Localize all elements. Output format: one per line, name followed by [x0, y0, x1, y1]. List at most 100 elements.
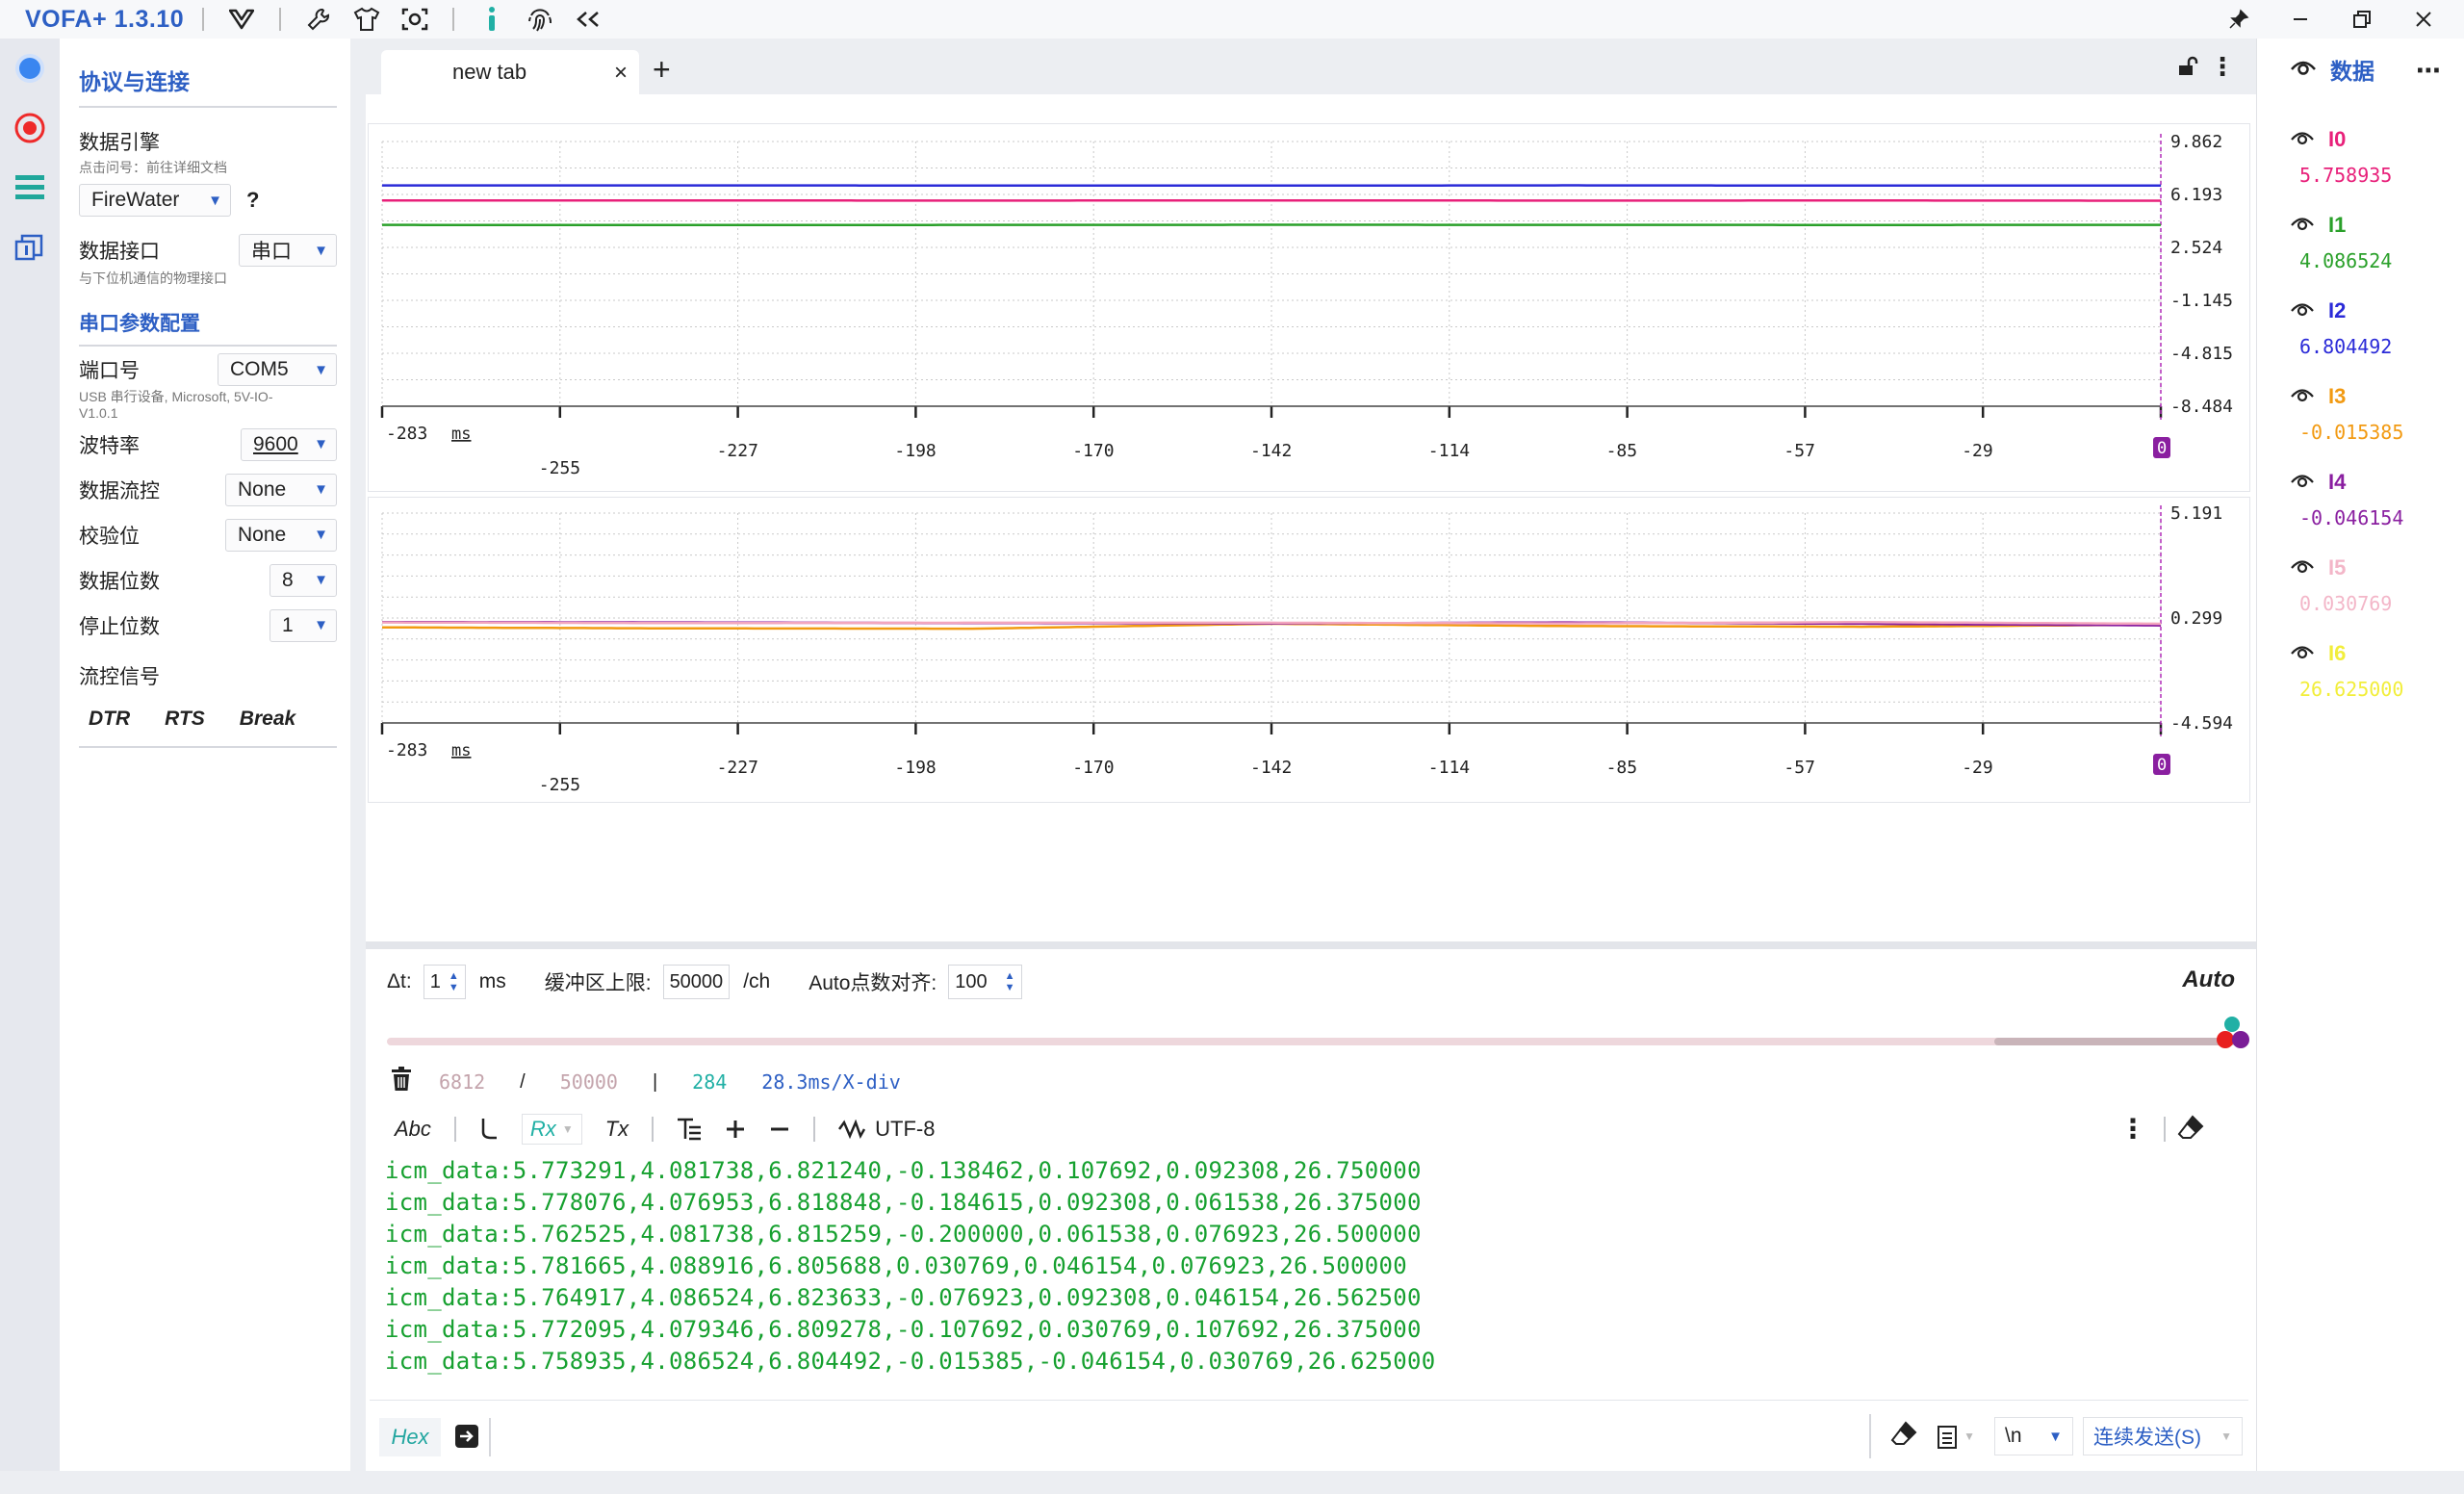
- buffer-unit: /ch: [743, 970, 770, 993]
- receive-line: icm_data:5.762525,4.081738,6.815259,-0.2…: [385, 1219, 2233, 1250]
- restore-icon[interactable]: [2346, 3, 2378, 36]
- eye-icon[interactable]: [2290, 213, 2315, 238]
- eye-icon[interactable]: [2290, 127, 2315, 152]
- more-horizontal-icon[interactable]: ⋯: [2416, 56, 2441, 86]
- rail-windows-button[interactable]: [0, 218, 60, 277]
- databits-select[interactable]: 8▼: [270, 564, 337, 597]
- time-window-slider[interactable]: [387, 1028, 2254, 1057]
- port-select[interactable]: COM5▼: [218, 353, 337, 386]
- channel-item[interactable]: I626.625000: [2290, 614, 2464, 700]
- app-title: VOFA+ 1.3.10: [25, 6, 189, 34]
- tab-close-icon[interactable]: ×: [614, 60, 628, 87]
- continuous-send-button[interactable]: 连续发送(S)▼: [2083, 1417, 2243, 1455]
- tab-new-tab[interactable]: new tab ×: [381, 50, 639, 94]
- channel-item[interactable]: I26.804492: [2290, 271, 2464, 357]
- channel-item[interactable]: I50.030769: [2290, 528, 2464, 614]
- stopbits-select[interactable]: 1▼: [270, 609, 337, 642]
- divider: [79, 106, 337, 108]
- fingerprint-icon[interactable]: [524, 3, 556, 36]
- waveform-chart-top[interactable]: 9.8626.1932.524-1.145-4.815-8.484-283ms-…: [368, 123, 2250, 492]
- text-format-icon[interactable]: [677, 1118, 702, 1141]
- minimize-icon[interactable]: [2284, 3, 2317, 36]
- channel-item[interactable]: I4-0.046154: [2290, 443, 2464, 528]
- eye-icon[interactable]: [2290, 555, 2315, 580]
- engine-help-button[interactable]: ?: [246, 188, 259, 213]
- channel-name: I4: [2290, 468, 2464, 497]
- encoding-button[interactable]: UTF-8: [838, 1117, 935, 1142]
- iface-select[interactable]: 串口▼: [239, 234, 337, 267]
- serial-title: 串口参数配置: [79, 308, 339, 337]
- abc-button[interactable]: Abc: [395, 1117, 431, 1142]
- channel-name: I2: [2290, 296, 2464, 325]
- pin-icon[interactable]: [2222, 3, 2255, 36]
- caret-down-icon: ▼: [314, 362, 328, 378]
- slider-range[interactable]: [1994, 1038, 2235, 1045]
- x-tick-label: -114: [1428, 441, 1470, 461]
- spin-arrows-icon[interactable]: ▲▼: [449, 970, 459, 993]
- flow-select[interactable]: None▼: [225, 474, 337, 506]
- rail-connection-button[interactable]: [0, 39, 60, 98]
- baud-select[interactable]: 9600▼: [241, 428, 337, 461]
- send-file-icon[interactable]: [454, 1424, 479, 1454]
- title-separator: [279, 8, 281, 31]
- more-vertical-icon[interactable]: ⋮: [2210, 52, 2235, 82]
- dt-spinbox[interactable]: 1 ▲▼: [424, 965, 466, 999]
- receive-line: icm_data:5.773291,4.081738,6.821240,-0.1…: [385, 1155, 2233, 1187]
- caret-down-icon: ▼: [2220, 1430, 2232, 1443]
- align-spinbox[interactable]: 100 ▲▼: [948, 965, 1021, 999]
- history-button[interactable]: ▼: [1937, 1424, 1975, 1449]
- wrench-icon[interactable]: [302, 3, 335, 36]
- slider-handles-icon[interactable]: [2214, 1015, 2252, 1053]
- buffer-input[interactable]: 50000: [663, 965, 731, 999]
- stats-row: 6812 / 50000 | 284 28.3ms/X-div: [391, 1063, 936, 1101]
- dtr-button[interactable]: DTR: [89, 708, 130, 731]
- tx-button[interactable]: Tx: [605, 1117, 629, 1142]
- close-icon[interactable]: [2407, 3, 2440, 36]
- eraser-icon[interactable]: [2177, 1115, 2204, 1146]
- eye-icon[interactable]: [2290, 641, 2315, 666]
- channel-item[interactable]: I05.758935: [2290, 100, 2464, 186]
- waveform-chart-bottom[interactable]: 5.1910.299-4.594-283ms-255-227-198-170-1…: [368, 497, 2250, 803]
- hex-toggle-button[interactable]: Hex: [379, 1418, 441, 1456]
- screenshot-icon[interactable]: [398, 3, 431, 36]
- timestamp-icon[interactable]: [479, 1117, 499, 1142]
- parity-select[interactable]: None▼: [225, 519, 337, 552]
- info-icon[interactable]: [475, 3, 508, 36]
- double-chevron-left-icon[interactable]: [572, 3, 604, 36]
- zoom-in-icon[interactable]: [725, 1119, 746, 1140]
- rx-filter-button[interactable]: Rx▼: [522, 1114, 582, 1145]
- receive-line: icm_data:5.758935,4.086524,6.804492,-0.0…: [385, 1346, 2233, 1378]
- unlock-icon[interactable]: [2177, 56, 2198, 82]
- eye-icon[interactable]: [2290, 470, 2315, 495]
- send-input[interactable]: [489, 1418, 1846, 1456]
- pane-splitter[interactable]: [366, 941, 2256, 949]
- rts-button[interactable]: RTS: [165, 708, 205, 731]
- auto-button[interactable]: Auto: [2182, 966, 2235, 993]
- newline-select[interactable]: \n▼: [1994, 1417, 2073, 1455]
- rx-more-icon[interactable]: ⋮: [2119, 1113, 2146, 1145]
- tab-bar: new tab × + ⋮: [366, 39, 2256, 94]
- parity-label: 校验位: [79, 521, 140, 550]
- eye-icon[interactable]: [2290, 298, 2315, 323]
- rail-record-button[interactable]: [0, 98, 60, 158]
- y-tick-label: 5.191: [2170, 503, 2222, 524]
- engine-hint: 点击问号：前往详细文档: [79, 160, 339, 176]
- align-label: Auto点数对齐:: [808, 967, 937, 996]
- toolbar-separator: [652, 1117, 654, 1142]
- shirt-icon[interactable]: [350, 3, 383, 36]
- zoom-out-icon[interactable]: [769, 1119, 790, 1140]
- x-scale: 28.3ms/X-div: [761, 1070, 901, 1094]
- rail-commands-button[interactable]: [0, 158, 60, 218]
- trash-icon[interactable]: [391, 1067, 412, 1097]
- channel-item[interactable]: I3-0.015385: [2290, 357, 2464, 443]
- eye-icon[interactable]: [2290, 57, 2317, 83]
- break-button[interactable]: Break: [240, 708, 295, 731]
- channel-item[interactable]: I14.086524: [2290, 186, 2464, 271]
- vofa-logo-icon[interactable]: [225, 3, 258, 36]
- eye-icon[interactable]: [2290, 384, 2315, 409]
- spin-arrows-icon[interactable]: ▲▼: [1005, 970, 1015, 993]
- engine-select[interactable]: FireWater▼: [79, 184, 231, 217]
- clear-send-icon[interactable]: [1890, 1421, 1917, 1452]
- add-tab-icon[interactable]: +: [653, 54, 671, 85]
- channel-label: I5: [2328, 555, 2346, 580]
